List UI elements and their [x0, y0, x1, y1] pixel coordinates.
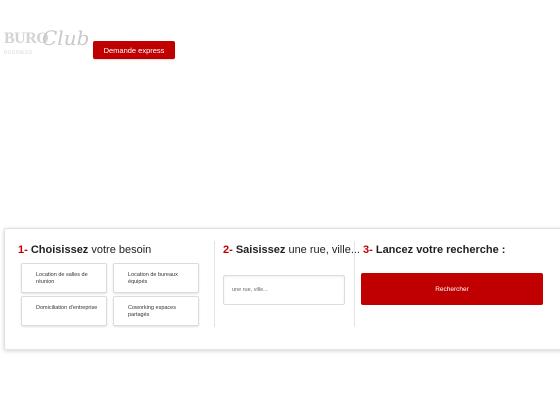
- option-label: Coworking espaces partagés: [128, 305, 176, 318]
- option-coworking[interactable]: Coworking espaces partagés: [113, 296, 199, 326]
- step-3-title: 3- Lancez votre recherche :: [363, 244, 505, 256]
- step-3-number: 3-: [363, 244, 373, 256]
- logo-subtext: BUSINESS: [4, 50, 33, 56]
- search-button[interactable]: Rechercher: [361, 273, 543, 305]
- step-1-strong: Choisissez: [30, 244, 89, 256]
- step-1-rest: votre besoin: [88, 244, 152, 256]
- step-2-title: 2- Saisissez une rue, ville...: [223, 244, 360, 256]
- option-label: Location de bureaux équipés: [128, 272, 178, 285]
- location-search-input[interactable]: [223, 275, 345, 305]
- divider: [354, 241, 355, 327]
- step-2-rest: une rue, ville...: [285, 244, 360, 256]
- option-domiciliation[interactable]: Domiciliation d'entreprise: [21, 296, 107, 326]
- divider: [214, 241, 215, 327]
- search-panel: 1- Choisissez votre besoin 2- Saisissez …: [4, 228, 560, 350]
- logo-script-text: Club: [42, 26, 90, 50]
- step-2-strong: Saisissez: [235, 244, 286, 256]
- option-label: Domiciliation d'entreprise: [36, 305, 98, 311]
- option-equipped-offices[interactable]: Location de bureaux équipés: [113, 263, 199, 293]
- step-2-number: 2-: [223, 244, 233, 256]
- step-1-title: 1- Choisissez votre besoin: [18, 244, 151, 256]
- option-meeting-rooms[interactable]: Location de salles de réunion: [21, 263, 107, 293]
- step-1-number: 1-: [18, 244, 28, 256]
- option-label: Location de salles de réunion: [36, 272, 88, 285]
- logo[interactable]: BURO Club BUSINESS: [4, 26, 90, 60]
- express-request-button[interactable]: Demande express: [93, 41, 175, 59]
- step-3-strong: Lancez votre recherche :: [375, 244, 506, 256]
